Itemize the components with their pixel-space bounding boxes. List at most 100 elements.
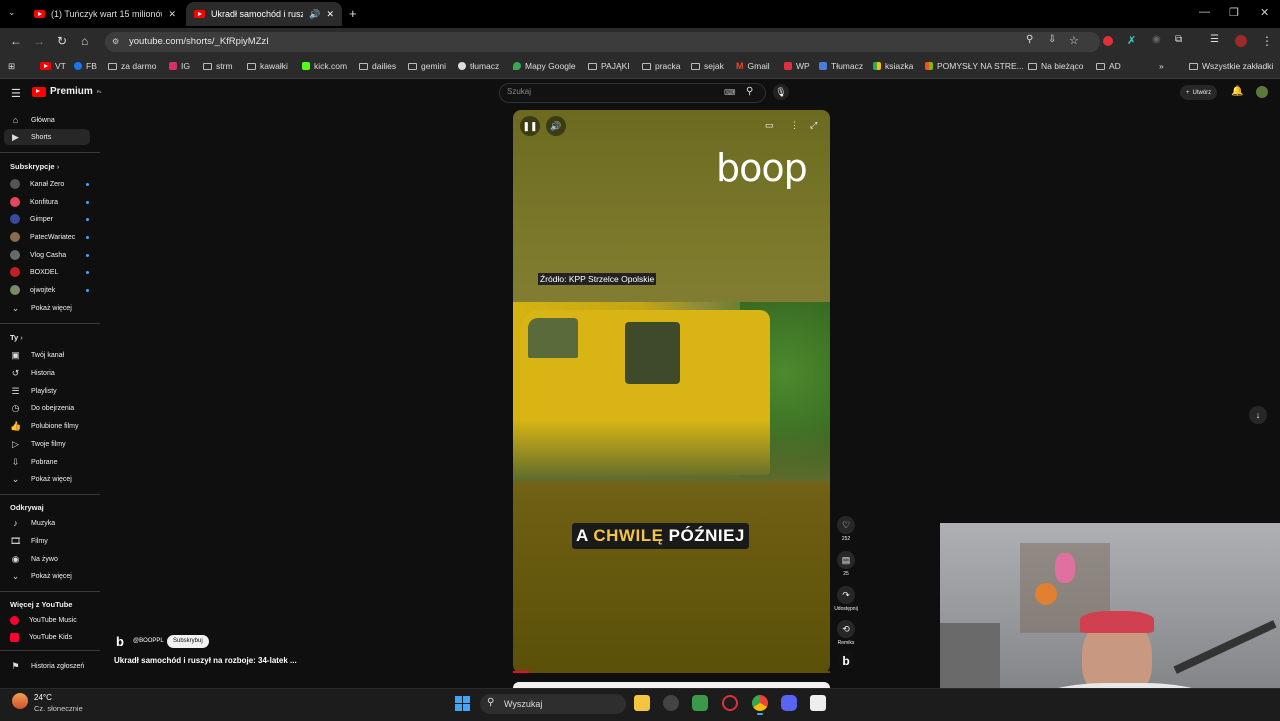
- site-info-icon[interactable]: ⚙: [112, 37, 119, 46]
- extensions-puzzle-icon[interactable]: ⧉: [1175, 34, 1182, 45]
- extension-icon[interactable]: ◉: [1152, 34, 1161, 45]
- hamburger-menu-icon[interactable]: ☰: [11, 87, 21, 100]
- sidebar-item-ojwojtek[interactable]: ojwojtek: [10, 282, 55, 298]
- bookmark-pajaki[interactable]: PAJĄKI: [588, 61, 630, 71]
- bookmark-kick[interactable]: kick.com: [302, 61, 347, 71]
- video-title[interactable]: Ukradł samochód i ruszył na rozboje: 34-…: [114, 656, 297, 665]
- close-window-icon[interactable]: ✕: [1260, 6, 1269, 19]
- minimize-icon[interactable]: —: [1199, 6, 1210, 18]
- new-tab-button[interactable]: +: [349, 6, 357, 21]
- you-heading[interactable]: Ty ›: [10, 333, 23, 342]
- volume-button[interactable]: 🔊: [546, 116, 566, 136]
- sidebar-item-patecwariatec[interactable]: PatecWariatec: [10, 229, 75, 245]
- video-progress-track[interactable]: [513, 671, 830, 673]
- file-explorer-icon[interactable]: [634, 695, 650, 711]
- share-button[interactable]: ↷ Udostępnij: [834, 586, 858, 612]
- sidebar-item-boxdel[interactable]: BOXDEL: [10, 264, 58, 280]
- bookmark-tlumacz[interactable]: tłumacz: [458, 61, 499, 71]
- channel-avatar-icon[interactable]: b: [116, 634, 124, 649]
- sidebar-item-youtube-kids[interactable]: YouTube Kids: [10, 629, 72, 645]
- chevron-right-icon[interactable]: »: [1159, 61, 1164, 71]
- install-icon[interactable]: ⇩: [1048, 34, 1056, 45]
- bookmark-dailies[interactable]: dailies: [359, 61, 396, 71]
- bookmark-wp[interactable]: WP: [784, 61, 810, 71]
- apps-grid-icon[interactable]: ⊞: [8, 61, 15, 72]
- bookmark-vt[interactable]: VT: [40, 61, 66, 71]
- sidebar-item-downloads[interactable]: ⇩ Pobrane: [10, 454, 58, 470]
- sidebar-item-history[interactable]: ↺ Historia: [10, 365, 55, 381]
- sidebar-subs-show-more[interactable]: ⌄ Pokaż więcej: [10, 300, 72, 316]
- chrome-icon[interactable]: [752, 695, 768, 711]
- bookmark-strm[interactable]: strm: [203, 61, 233, 71]
- sidebar-item-playlists[interactable]: ☰ Playlisty: [10, 383, 56, 399]
- sidebar-item-music[interactable]: ♪ Muzyka: [10, 515, 55, 531]
- sidebar-you-show-more[interactable]: ⌄ Pokaż więcej: [10, 471, 72, 487]
- taskbar-search-label[interactable]: Wyszukaj: [504, 699, 542, 709]
- speaker-icon[interactable]: 🔊: [309, 9, 320, 20]
- search-input[interactable]: Szukaj: [507, 87, 531, 96]
- sidebar-item-watch-later[interactable]: ◷ Do obejrzenia: [10, 400, 75, 416]
- sidebar-item-shorts[interactable]: ▶ Shorts: [4, 129, 90, 145]
- create-button[interactable]: + Utwórz: [1180, 85, 1218, 100]
- sidebar-item-live[interactable]: ◉ Na żywo: [10, 551, 58, 567]
- sidebar-item-your-videos[interactable]: ▷ Twoje filmy: [10, 436, 66, 452]
- bookmark-gemini[interactable]: gemini: [408, 61, 446, 71]
- sidebar-item-konfitura[interactable]: Konfitura: [10, 194, 58, 210]
- home-icon[interactable]: ⌂: [81, 34, 88, 48]
- sidebar-item-report-history[interactable]: ⚑ Historia zgłoszeń: [10, 658, 84, 674]
- more-options-icon[interactable]: ⋮: [790, 120, 799, 131]
- maximize-icon[interactable]: ❐: [1229, 6, 1239, 19]
- sidebar-explore-show-more[interactable]: ⌄ Pokaż więcej: [10, 568, 72, 584]
- weather-desc[interactable]: Cz. słonecznie: [34, 704, 83, 713]
- sidebar-item-youtube-music[interactable]: YouTube Music: [10, 612, 77, 628]
- sidebar-item-vlog-casha[interactable]: Vlog Casha: [10, 247, 66, 263]
- reading-list-icon[interactable]: ☰: [1210, 34, 1219, 45]
- tab-ukradl[interactable]: Ukradł samochód i ruszył n 🔊 ✕: [186, 2, 342, 26]
- sidebar-item-your-channel[interactable]: ▣ Twój kanał: [10, 347, 64, 363]
- fullscreen-icon[interactable]: ⤢: [810, 120, 817, 131]
- pause-button[interactable]: ❚❚: [520, 116, 540, 136]
- youtube-logo[interactable]: Premium PL: [32, 86, 102, 97]
- sidebar-item-liked[interactable]: 👍 Polubione filmy: [10, 418, 78, 434]
- discord-icon[interactable]: [781, 695, 797, 711]
- reload-icon[interactable]: ↻: [57, 34, 67, 48]
- zoom-icon[interactable]: ⚲: [1026, 34, 1033, 45]
- bookmark-pracka[interactable]: pracka: [642, 61, 681, 71]
- microphone-icon[interactable]: 🎙: [773, 84, 789, 100]
- record-extension-icon[interactable]: [1103, 36, 1113, 46]
- bookmark-ksiazka[interactable]: ksiazka: [873, 61, 913, 71]
- bookmark-na-biezaco[interactable]: Na bieżąco: [1028, 61, 1084, 71]
- channel-avatar-boop[interactable]: b: [838, 653, 854, 669]
- bookmark-fb[interactable]: FB: [74, 61, 97, 71]
- bookmark-sejak[interactable]: sejak: [691, 61, 724, 71]
- forward-icon[interactable]: →: [33, 34, 45, 48]
- channel-handle[interactable]: @BOOPPL: [133, 638, 164, 644]
- taskbar-search[interactable]: [480, 694, 626, 714]
- app-icon[interactable]: [663, 695, 679, 711]
- bookmark-star-icon[interactable]: ☆: [1069, 34, 1079, 47]
- tab-list-chevron-icon[interactable]: ⌄: [8, 7, 16, 18]
- weather-temp[interactable]: 24°C: [34, 693, 52, 702]
- captions-icon[interactable]: ▭: [765, 120, 774, 131]
- bookmark-ig[interactable]: IG: [169, 61, 190, 71]
- extension-icon[interactable]: ✗: [1127, 34, 1136, 47]
- url-text[interactable]: youtube.com/shorts/_KfRpiyMZzI: [129, 36, 269, 47]
- opera-icon[interactable]: [722, 695, 738, 711]
- account-avatar[interactable]: [1256, 86, 1268, 98]
- app-icon[interactable]: [692, 695, 708, 711]
- app-icon[interactable]: [810, 695, 826, 711]
- like-button[interactable]: ♡ 252: [836, 516, 856, 542]
- weather-icon[interactable]: [12, 693, 28, 709]
- bookmark-gmail[interactable]: M Gmail: [736, 61, 770, 71]
- sidebar-item-films[interactable]: 🎞 Filmy: [10, 533, 48, 549]
- bookmark-pomysly[interactable]: POMYSŁY NA STRE...: [925, 61, 1024, 71]
- close-icon[interactable]: ✕: [168, 9, 176, 20]
- comments-button[interactable]: ▤ 25: [836, 551, 856, 577]
- keyboard-icon[interactable]: ⌨: [724, 88, 736, 97]
- back-icon[interactable]: ←: [10, 34, 22, 48]
- subscriptions-heading[interactable]: Subskrypcje ›: [10, 162, 59, 171]
- close-icon[interactable]: ✕: [326, 9, 334, 20]
- search-icon[interactable]: ⚲: [746, 86, 753, 97]
- sidebar-item-gimper[interactable]: Gimper: [10, 211, 53, 227]
- sidebar-item-kanal-zero[interactable]: Kanał Zero: [10, 176, 64, 192]
